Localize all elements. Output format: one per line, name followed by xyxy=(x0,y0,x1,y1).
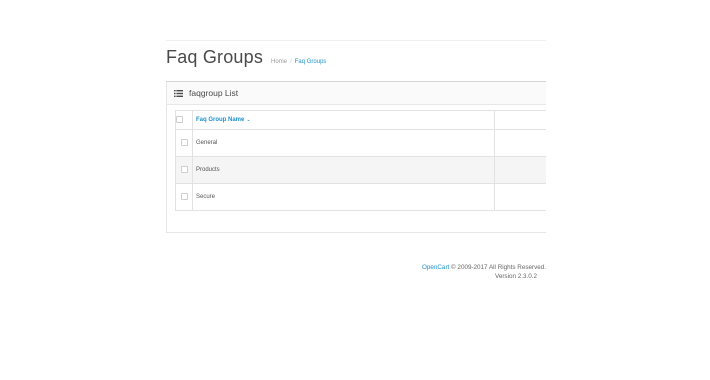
column-header-faq-group-name[interactable]: Faq Group Name ⌄ xyxy=(192,110,495,130)
faq-group-name-cell: Products xyxy=(192,156,495,184)
list-icon xyxy=(174,89,183,97)
table-row: General xyxy=(175,129,546,157)
footer: OpenCart © 2009-2017 All Rights Reserved… xyxy=(400,263,546,281)
action-cell xyxy=(494,183,546,211)
breadcrumb-faq-groups-link[interactable]: Faq Groups xyxy=(295,59,327,65)
page-title: Faq Groups xyxy=(166,47,264,67)
table-header-row: Faq Group Name ⌄ xyxy=(175,110,546,130)
panel-heading: faqgroup List xyxy=(167,82,546,105)
breadcrumb-separator: / xyxy=(290,59,292,65)
select-all-cell xyxy=(175,110,193,130)
row-checkbox[interactable] xyxy=(180,193,188,201)
row-checkbox-cell xyxy=(175,156,193,184)
copyright-text: © 2009-2017 All Rights Reserved. xyxy=(449,264,546,271)
table-row: Products xyxy=(175,156,546,184)
action-cell xyxy=(494,129,546,157)
select-all-checkbox[interactable] xyxy=(176,116,183,124)
breadcrumb: Home / Faq Groups xyxy=(271,59,326,65)
breadcrumb-home-link[interactable]: Home xyxy=(271,59,287,65)
row-checkbox[interactable] xyxy=(180,139,188,147)
sort-by-name-link[interactable]: Faq Group Name xyxy=(196,117,244,123)
faq-group-name-cell: General xyxy=(192,129,495,157)
faqgroup-table: Faq Group Name ⌄ General Products Secure xyxy=(175,110,546,211)
row-checkbox-cell xyxy=(175,129,193,157)
table-row: Secure xyxy=(175,183,546,211)
header-divider xyxy=(166,40,546,41)
row-checkbox-cell xyxy=(175,183,193,211)
faqgroup-list-panel: faqgroup List Faq Group Name ⌄ General P… xyxy=(166,81,546,233)
row-checkbox[interactable] xyxy=(180,166,188,174)
column-header-action xyxy=(494,110,546,130)
version-text: Version 2.3.0.2 xyxy=(494,273,537,280)
sort-caret-icon: ⌄ xyxy=(246,117,251,123)
opencart-link[interactable]: OpenCart xyxy=(422,264,449,271)
page-header: Faq Groups Home / Faq Groups xyxy=(166,47,326,71)
faq-group-name-cell: Secure xyxy=(192,183,495,211)
panel-title: faqgroup List xyxy=(189,88,239,98)
footer-copyright-line: OpenCart © 2009-2017 All Rights Reserved… xyxy=(400,263,546,272)
action-cell xyxy=(494,156,546,184)
